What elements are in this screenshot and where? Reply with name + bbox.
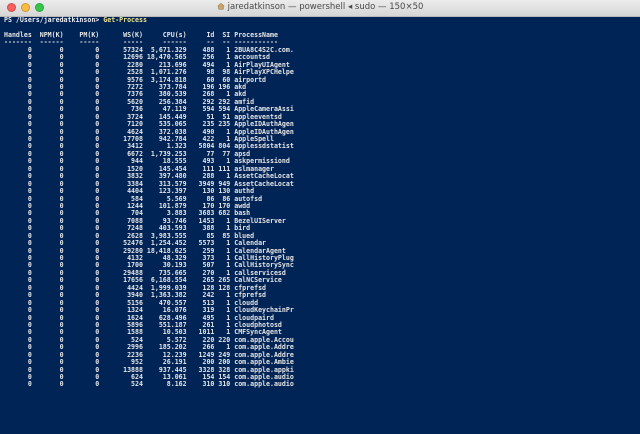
window-title-area: jaredatkinson — powershell ◂ sudo — 150×… — [0, 2, 640, 12]
window-title: jaredatkinson — powershell ◂ sudo — 150×… — [227, 2, 424, 12]
terminal-window: jaredatkinson — powershell ◂ sudo — 150×… — [0, 0, 640, 434]
process-rows: 0 0 0 57324 5,671.329 488 1 2BUA8C4S2C.c… — [4, 46, 636, 389]
home-folder-icon — [216, 2, 225, 10]
terminal-output[interactable]: PS /Users/jaredatkinson> Get-Process Han… — [0, 16, 640, 434]
prompt-text: PS /Users/jaredatkinson> — [4, 16, 104, 24]
prompt-line: PS /Users/jaredatkinson> Get-Process — [4, 16, 636, 24]
command-text: Get-Process — [103, 16, 147, 24]
title-bar[interactable]: jaredatkinson — powershell ◂ sudo — 150×… — [0, 0, 640, 17]
process-row: 0 0 0 524 8.162 310 310 com.apple.audio — [4, 380, 294, 389]
